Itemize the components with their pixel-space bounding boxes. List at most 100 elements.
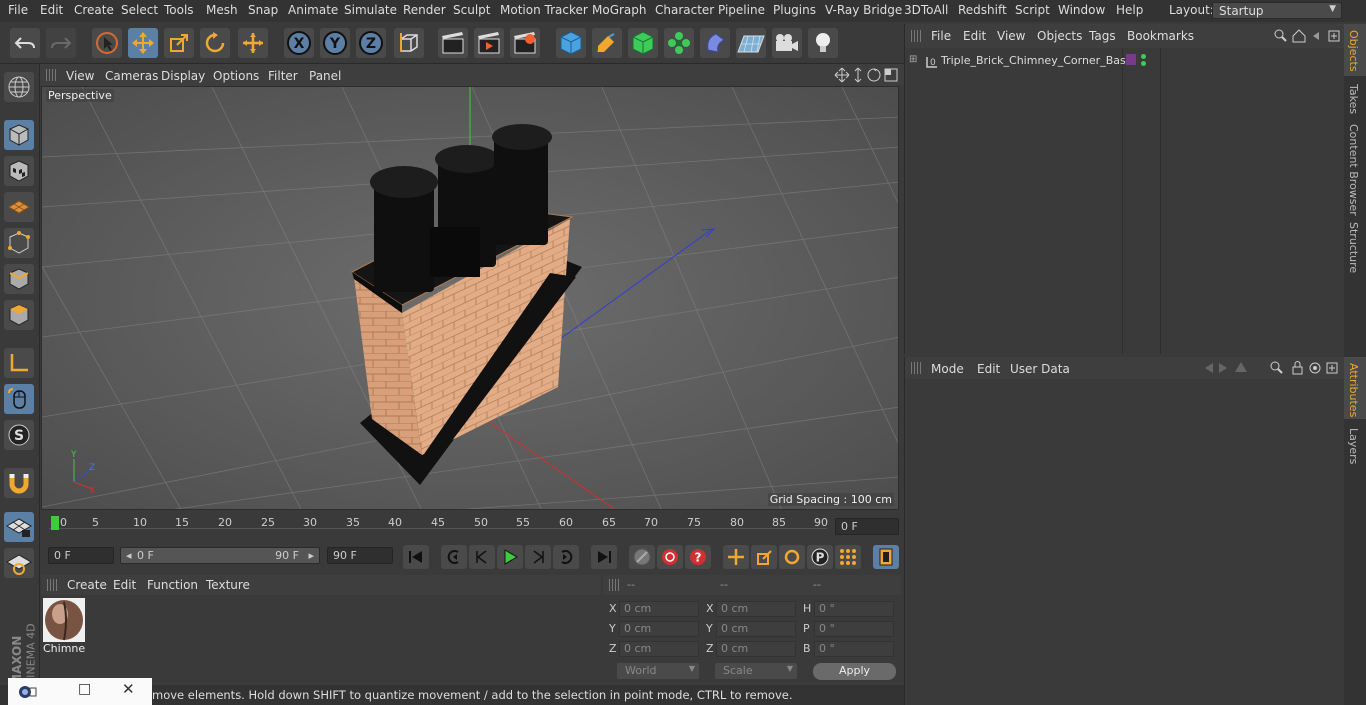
undo-button[interactable] [10, 28, 40, 58]
pen-spline-button[interactable] [592, 28, 622, 58]
viewport-menu-filter[interactable]: Filter [268, 69, 298, 83]
redo-button[interactable] [46, 28, 76, 58]
viewport-menu-panel[interactable]: Panel [309, 69, 341, 83]
menu-plugins[interactable]: Plugins [773, 3, 816, 17]
key-pla-button[interactable] [835, 545, 861, 569]
playhead-marker[interactable] [51, 516, 59, 530]
menu-script[interactable]: Script [1015, 3, 1050, 17]
object-menu-view[interactable]: View [997, 29, 1025, 43]
viewport-nav-icons[interactable] [834, 67, 900, 83]
material-swatch[interactable]: Chimney [43, 598, 85, 656]
tab-takes[interactable]: Takes [1347, 84, 1360, 114]
rotation-h-field[interactable]: 0 ° [814, 601, 894, 617]
light-button[interactable] [808, 28, 838, 58]
coordinate-system-button[interactable] [394, 28, 424, 58]
play-button[interactable] [497, 545, 523, 569]
size-z-field[interactable]: 0 cm [716, 641, 796, 657]
rotation-p-field[interactable]: 0 ° [814, 621, 894, 637]
rotate-tool-button[interactable] [200, 28, 230, 58]
tab-objects[interactable]: Objects [1344, 24, 1366, 76]
floor-scene-button[interactable] [736, 28, 766, 58]
y-axis-lock-button[interactable]: Y [320, 28, 350, 58]
workplane-lock-button[interactable] [4, 512, 34, 542]
render-view-button[interactable] [438, 28, 468, 58]
render-picture-viewer-button[interactable] [474, 28, 504, 58]
next-key-button[interactable] [553, 545, 579, 569]
object-name[interactable]: Triple_Brick_Chimney_Corner_Base [941, 54, 1133, 67]
object-nav-icons[interactable] [1273, 28, 1343, 44]
perspective-viewport[interactable]: Y Z X Perspective Grid Spacing : 100 cm [41, 86, 899, 510]
texture-mode-button[interactable] [4, 156, 34, 186]
attribute-menu-edit[interactable]: Edit [977, 362, 1000, 376]
tab-structure[interactable]: Structure [1347, 222, 1360, 273]
scale-tool-button[interactable] [164, 28, 194, 58]
menu-create[interactable]: Create [74, 3, 114, 17]
solo-mode-button[interactable]: S [4, 420, 34, 450]
timeline-ruler[interactable]: 0 5 10 15 20 25 30 35 40 45 50 55 60 65 … [41, 512, 899, 542]
menu-3dtoall[interactable]: 3DToAll [904, 3, 948, 17]
record-disabled-button[interactable] [629, 545, 655, 569]
frame-range-slider[interactable]: ◂ 0 F 90 F ▸ [120, 547, 320, 564]
viewport-menu-view[interactable]: View [66, 69, 94, 83]
position-y-field[interactable]: 0 cm [619, 621, 699, 637]
size-y-field[interactable]: 0 cm [716, 621, 796, 637]
object-menu-bookmarks[interactable]: Bookmarks [1127, 29, 1194, 43]
menu-pipeline[interactable]: Pipeline [718, 3, 765, 17]
menu-vray-bridge[interactable]: V-Ray Bridge [825, 3, 902, 17]
editor-visibility-dot[interactable] [1141, 54, 1146, 59]
material-menu-create[interactable]: Create [67, 578, 107, 592]
tab-layers[interactable]: Layers [1347, 428, 1360, 464]
go-to-end-button[interactable] [591, 545, 617, 569]
layer-color-swatch[interactable] [1126, 54, 1136, 65]
attribute-nav-icons[interactable] [1201, 360, 1343, 376]
model-mode-button[interactable] [4, 120, 34, 150]
menu-render[interactable]: Render [403, 3, 446, 17]
object-menu-file[interactable]: File [931, 29, 951, 43]
key-position-button[interactable] [723, 545, 749, 569]
menu-file[interactable]: File [8, 3, 28, 17]
axis-mode-button[interactable] [4, 348, 34, 378]
maximize-icon[interactable]: □ [78, 681, 91, 697]
menu-animate[interactable]: Animate [288, 3, 338, 17]
key-parameter-button[interactable]: P [807, 545, 833, 569]
cloner-button[interactable] [664, 28, 694, 58]
menu-simulate[interactable]: Simulate [344, 3, 397, 17]
end-frame-field[interactable]: 90 F [327, 547, 393, 564]
viewport-menu-cameras[interactable]: Cameras [105, 69, 158, 83]
menu-mesh[interactable]: Mesh [206, 3, 238, 17]
attribute-menu-user-data[interactable]: User Data [1010, 362, 1070, 376]
transform-tool-button[interactable] [238, 28, 268, 58]
menu-character[interactable]: Character [655, 3, 714, 17]
subdivision-surface-button[interactable] [628, 28, 658, 58]
viewport-menu-options[interactable]: Options [213, 69, 259, 83]
minimized-window-bar[interactable]: □ ✕ [8, 678, 152, 705]
menu-sculpt[interactable]: Sculpt [453, 3, 490, 17]
size-x-field[interactable]: 0 cm [716, 601, 796, 617]
x-axis-lock-button[interactable]: X [284, 28, 314, 58]
cube-primitive-button[interactable] [556, 28, 586, 58]
next-frame-button[interactable] [525, 545, 551, 569]
prev-frame-button[interactable] [469, 545, 495, 569]
key-rotation-button[interactable] [779, 545, 805, 569]
make-editable-button[interactable] [4, 72, 34, 102]
object-menu-edit[interactable]: Edit [963, 29, 986, 43]
attribute-menu-mode[interactable]: Mode [931, 362, 964, 376]
close-icon[interactable]: ✕ [122, 680, 135, 698]
tab-attributes[interactable]: Attributes [1344, 357, 1366, 419]
tweak-mode-button[interactable] [4, 384, 34, 414]
menu-edit[interactable]: Edit [40, 3, 63, 17]
polygons-mode-button[interactable] [4, 300, 34, 330]
start-frame-field[interactable]: 0 F [48, 547, 114, 564]
current-frame-field[interactable]: 0 F [835, 518, 899, 535]
camera-button[interactable] [772, 28, 802, 58]
material-menu-texture[interactable]: Texture [206, 578, 250, 592]
key-scale-button[interactable] [751, 545, 777, 569]
render-visibility-dot[interactable] [1141, 61, 1146, 66]
coord-space-dropdown[interactable]: World ▼ [617, 663, 699, 679]
z-axis-lock-button[interactable]: Z [356, 28, 386, 58]
edges-mode-button[interactable] [4, 264, 34, 294]
points-mode-button[interactable] [4, 228, 34, 258]
workplane-mode-button[interactable] [4, 192, 34, 222]
menu-window[interactable]: Window [1058, 3, 1105, 17]
snap-button[interactable] [4, 468, 34, 498]
